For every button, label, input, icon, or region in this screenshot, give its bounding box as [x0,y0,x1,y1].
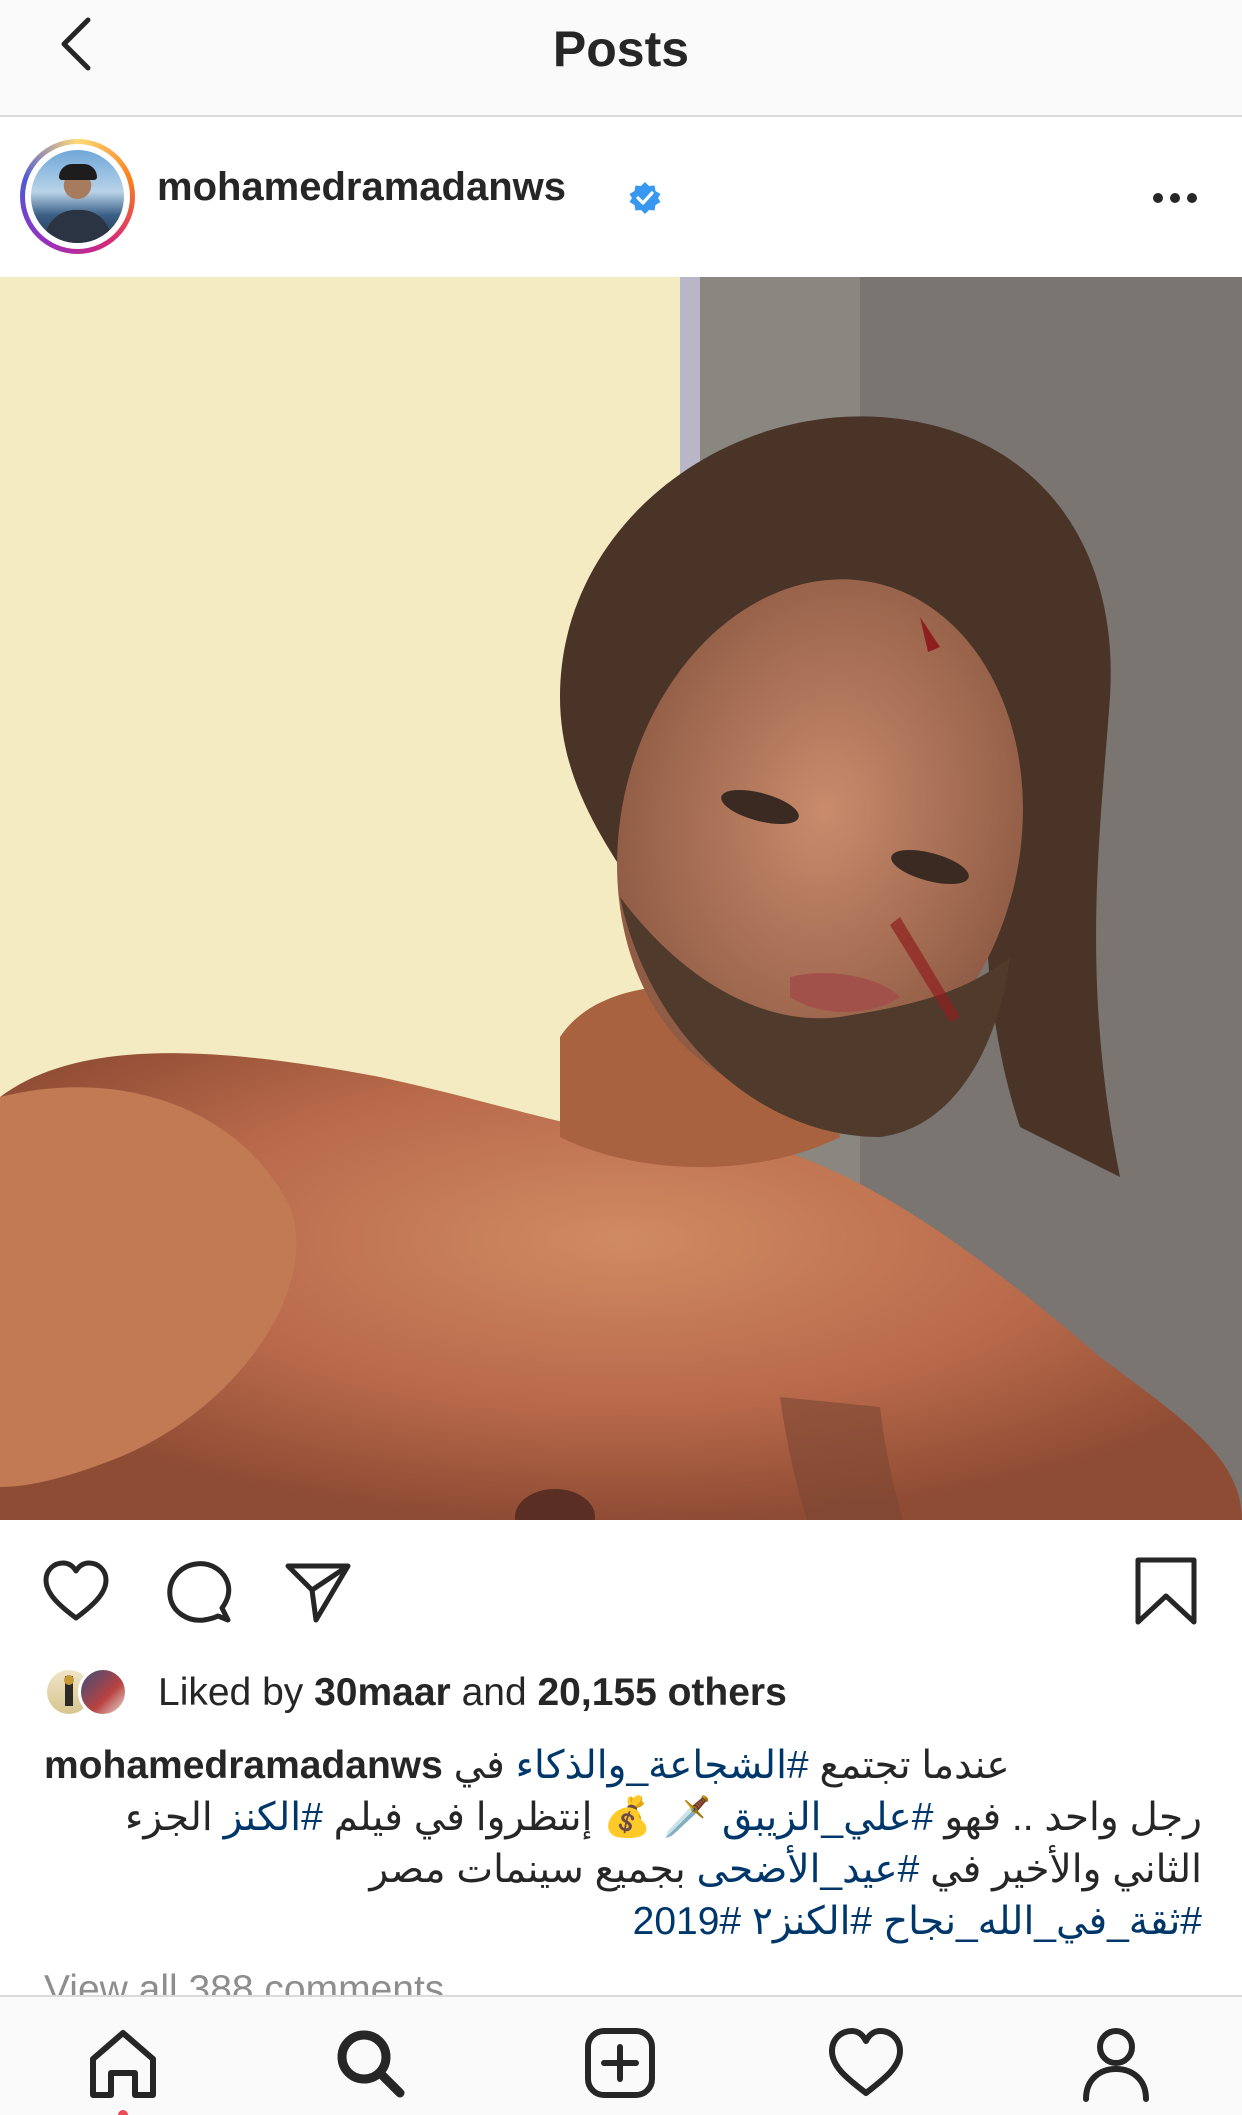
likes-text: Liked by 30maar and 20,155 others [158,1671,787,1714]
view-comments-link[interactable]: View all 388 comments [44,1968,444,1998]
post-username[interactable]: mohamedramadanws [157,165,566,210]
add-post-icon[interactable] [580,2023,660,2103]
bottom-tab-bar [0,1995,1242,2115]
hashtag-link[interactable]: #عيد_الأضحى [697,1848,920,1891]
comment-icon[interactable] [162,1556,234,1628]
post-header: mohamedramadanws [0,117,1242,277]
avatar-image [31,150,124,243]
search-icon[interactable] [330,2023,410,2103]
top-navigation-bar: Posts [0,0,1242,117]
liker-username[interactable]: 30maar [314,1671,451,1714]
post-caption: mohamedramadanws عندما تجتمع #الشجاعة_وا… [44,1744,1202,1943]
caption-username[interactable]: mohamedramadanws [44,1744,443,1787]
activity-heart-icon[interactable] [826,2023,906,2103]
hashtag-link[interactable]: #الشجاعة_والذكاء [516,1744,809,1787]
hashtag-link[interactable]: #ثقة_في_الله_نجاح #الكنز٢ #2019 [633,1900,1202,1943]
post-photo-illustration [0,277,1242,1520]
profile-icon[interactable] [1076,2023,1156,2103]
bookmark-icon[interactable] [1130,1556,1202,1628]
page-title: Posts [552,21,690,77]
post-photo[interactable] [0,277,1242,1520]
likes-summary[interactable]: Liked by 30maar and 20,155 others [44,1665,1194,1725]
likes-count[interactable]: 20,155 others [537,1671,786,1714]
verified-badge-icon [629,182,661,214]
heart-icon[interactable] [40,1556,112,1628]
paper-plane-icon[interactable] [282,1556,354,1628]
hashtag-link[interactable]: #الكنز [224,1796,323,1839]
avatar[interactable] [20,139,135,254]
hashtag-link[interactable]: #علي_الزيبق [722,1796,933,1839]
home-notification-dot [118,2110,128,2115]
more-horizontal-icon[interactable] [1150,183,1200,213]
liker-avatar [78,1667,128,1717]
home-icon[interactable] [83,2023,163,2103]
post-action-bar [0,1520,1242,1660]
